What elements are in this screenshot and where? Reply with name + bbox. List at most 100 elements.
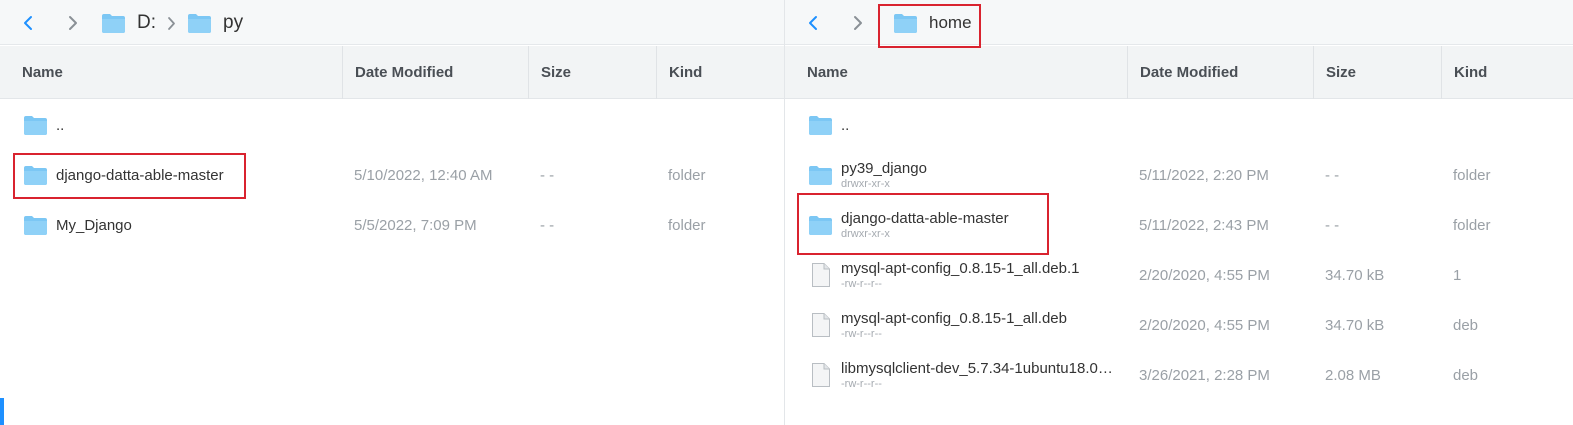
folder-icon xyxy=(893,12,918,34)
breadcrumb-label: home xyxy=(929,13,972,32)
file-name: My_Django xyxy=(56,216,132,234)
name-cell: django-datta-able-master xyxy=(23,150,224,200)
list-item[interactable]: mysql-apt-config_0.8.15-1_all.deb -rw-r-… xyxy=(785,300,1573,350)
kind-cell: folder xyxy=(668,216,706,234)
breadcrumb-label: py xyxy=(223,12,244,33)
file-permissions: drwxr-xr-x xyxy=(841,228,890,240)
file-name: mysql-apt-config_0.8.15-1_all.deb.1 xyxy=(841,260,1080,277)
size-cell: 34.70 kB xyxy=(1325,316,1385,334)
size-cell: - - xyxy=(540,216,555,234)
folder-icon xyxy=(23,214,48,236)
size-cell: 34.70 kB xyxy=(1325,266,1385,284)
file-name: py39_django xyxy=(841,160,927,177)
file-icon xyxy=(811,362,831,388)
left-column-header: Name Date Modified Size Kind xyxy=(0,46,784,99)
chevron-right-icon xyxy=(69,16,77,30)
right-toolbar: home xyxy=(785,0,1573,45)
column-size[interactable]: Size xyxy=(1314,46,1442,99)
column-name[interactable]: Name xyxy=(795,46,1128,99)
name-cell: django-datta-able-master drwxr-xr-x xyxy=(808,200,1009,250)
column-date-modified[interactable]: Date Modified xyxy=(1128,46,1314,99)
file-name: libmysqlclient-dev_5.7.34-1ubuntu18.0… xyxy=(841,360,1113,377)
date-cell: 3/26/2021, 2:28 PM xyxy=(1139,366,1270,384)
date-cell: 2/20/2020, 4:55 PM xyxy=(1139,316,1270,334)
column-size[interactable]: Size xyxy=(529,46,657,99)
name-cell: .. xyxy=(23,100,64,150)
right-column-header: Name Date Modified Size Kind xyxy=(785,46,1573,99)
list-item[interactable]: py39_django drwxr-xr-x 5/11/2022, 2:20 P… xyxy=(785,150,1573,200)
date-cell: 5/10/2022, 12:40 AM xyxy=(354,166,493,184)
folder-icon xyxy=(187,12,212,34)
folder-icon xyxy=(23,114,48,136)
column-label: Size xyxy=(1326,64,1357,81)
breadcrumb-separator xyxy=(164,14,178,32)
folder-icon xyxy=(808,164,833,186)
size-cell: - - xyxy=(1325,216,1340,234)
list-item[interactable]: django-datta-able-master drwxr-xr-x 5/11… xyxy=(785,200,1573,250)
folder-icon xyxy=(23,164,48,186)
list-item[interactable]: .. xyxy=(0,100,784,150)
list-item[interactable]: mysql-apt-config_0.8.15-1_all.deb.1 -rw-… xyxy=(785,250,1573,300)
chevron-left-icon xyxy=(24,16,32,30)
file-permissions: -rw-r--r-- xyxy=(841,328,882,340)
column-kind[interactable]: Kind xyxy=(1442,46,1573,99)
name-cell: py39_django drwxr-xr-x xyxy=(808,150,927,200)
list-item[interactable]: .. xyxy=(785,100,1573,150)
column-label: Name xyxy=(22,64,63,81)
breadcrumb-folder-home[interactable]: home xyxy=(893,11,972,35)
scroll-indicator[interactable] xyxy=(0,398,4,425)
forward-button[interactable] xyxy=(847,12,869,34)
breadcrumb-drive[interactable]: D: xyxy=(101,11,156,35)
file-permissions: -rw-r--r-- xyxy=(841,278,882,290)
kind-cell: deb xyxy=(1453,316,1479,334)
breadcrumb-folder-py[interactable]: py xyxy=(187,11,243,35)
back-button[interactable] xyxy=(17,12,39,34)
column-kind[interactable]: Kind xyxy=(657,46,784,99)
right-file-pane: home Name Date Modified Size Kind .. py3… xyxy=(785,0,1573,425)
size-cell: - - xyxy=(540,166,555,184)
column-label: Kind xyxy=(669,64,703,81)
name-cell: libmysqlclient-dev_5.7.34-1ubuntu18.0… -… xyxy=(811,350,1113,400)
file-name: django-datta-able-master xyxy=(841,210,1009,227)
column-label: Name xyxy=(807,64,848,81)
kind-cell: folder xyxy=(668,166,706,184)
file-name: mysql-apt-config_0.8.15-1_all.deb xyxy=(841,310,1067,327)
name-cell: My_Django xyxy=(23,200,132,250)
size-cell: - - xyxy=(1325,166,1340,184)
column-name[interactable]: Name xyxy=(10,46,343,99)
date-cell: 5/11/2022, 2:20 PM xyxy=(1139,166,1269,184)
left-toolbar: D: py xyxy=(0,0,784,45)
left-file-pane: D: py Name Date Modified Size Kind .. dj… xyxy=(0,0,784,425)
chevron-right-icon xyxy=(167,16,175,30)
kind-cell: folder xyxy=(1453,216,1491,234)
chevron-right-icon xyxy=(854,16,862,30)
kind-cell: 1 xyxy=(1453,266,1462,284)
file-name: .. xyxy=(841,116,850,134)
folder-icon xyxy=(808,214,833,236)
kind-cell: deb xyxy=(1453,366,1479,384)
name-cell: .. xyxy=(808,100,849,150)
kind-cell: folder xyxy=(1453,166,1491,184)
list-item[interactable]: django-datta-able-master 5/10/2022, 12:4… xyxy=(0,150,784,200)
file-permissions: -rw-r--r-- xyxy=(841,378,882,390)
file-icon xyxy=(811,312,831,338)
column-date-modified[interactable]: Date Modified xyxy=(343,46,529,99)
date-cell: 5/5/2022, 7:09 PM xyxy=(354,216,477,234)
breadcrumb-label: D: xyxy=(137,12,156,33)
column-label: Date Modified xyxy=(355,64,454,81)
back-button[interactable] xyxy=(802,12,824,34)
chevron-left-icon xyxy=(809,16,817,30)
list-item[interactable]: My_Django 5/5/2022, 7:09 PM - - folder xyxy=(0,200,784,250)
date-cell: 5/11/2022, 2:43 PM xyxy=(1139,216,1269,234)
forward-button[interactable] xyxy=(62,12,84,34)
file-icon xyxy=(811,262,831,288)
list-item[interactable]: libmysqlclient-dev_5.7.34-1ubuntu18.0… -… xyxy=(785,350,1573,400)
file-name: .. xyxy=(56,116,65,134)
column-label: Kind xyxy=(1454,64,1488,81)
name-cell: mysql-apt-config_0.8.15-1_all.deb -rw-r-… xyxy=(811,300,1067,350)
file-permissions: drwxr-xr-x xyxy=(841,178,890,190)
file-name: django-datta-able-master xyxy=(56,166,224,184)
date-cell: 2/20/2020, 4:55 PM xyxy=(1139,266,1270,284)
folder-icon xyxy=(808,114,833,136)
folder-icon xyxy=(101,12,126,34)
